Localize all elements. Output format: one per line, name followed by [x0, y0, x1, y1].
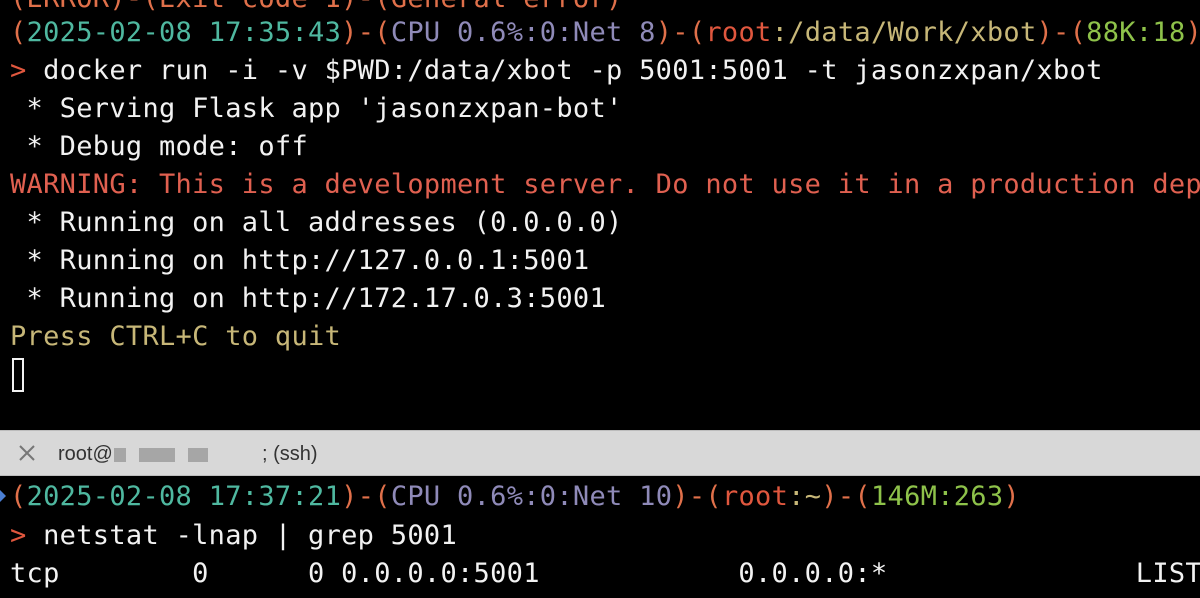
- prompt-status-line-1: (2025-02-08 17:35:43)-(CPU 0.6%:0:Net 8)…: [10, 17, 1200, 48]
- prompt-marker-icon: [0, 490, 6, 502]
- prompt-status-line-2: (2025-02-08 17:37:21)-(CPU 0.6%:0:Net 10…: [10, 481, 1020, 512]
- close-icon[interactable]: [16, 442, 38, 464]
- warning-line: WARNING: This is a development server. D…: [10, 169, 1200, 200]
- output-line: * Running on all addresses (0.0.0.0): [10, 207, 623, 238]
- bottom-terminal-pane[interactable]: (2025-02-08 17:37:21)-(CPU 0.6%:0:Net 10…: [0, 476, 1200, 598]
- command-line-2: > netstat -lnap | grep 5001: [10, 520, 458, 551]
- output-line: * Debug mode: off: [10, 131, 308, 162]
- quit-hint-line: Press CTRL+C to quit: [10, 321, 342, 352]
- terminal-cursor: [12, 358, 24, 392]
- tab-title[interactable]: root@: [58, 442, 209, 466]
- output-line: * Serving Flask app 'jasonzxpan-bot': [10, 93, 623, 124]
- pane-tab-bar[interactable]: root@ ; (ssh): [0, 430, 1200, 476]
- redacted-text: [138, 447, 175, 462]
- redacted-text: [188, 447, 209, 462]
- output-line: * Running on http://127.0.0.1:5001: [10, 245, 590, 276]
- top-terminal-pane[interactable]: (ERROR)-(Exit code 1)-(General error) (2…: [0, 0, 1200, 430]
- output-line: * Running on http://172.17.0.3:5001: [10, 283, 606, 314]
- tab-title-suffix: ; (ssh): [262, 443, 318, 465]
- command-line-1: > docker run -i -v $PWD:/data/xbot -p 50…: [10, 55, 1103, 86]
- redacted-text: [113, 447, 126, 462]
- netstat-result-line: tcp 0 0 0.0.0.0:5001 0.0.0.0:* LISTEN: [10, 558, 1200, 589]
